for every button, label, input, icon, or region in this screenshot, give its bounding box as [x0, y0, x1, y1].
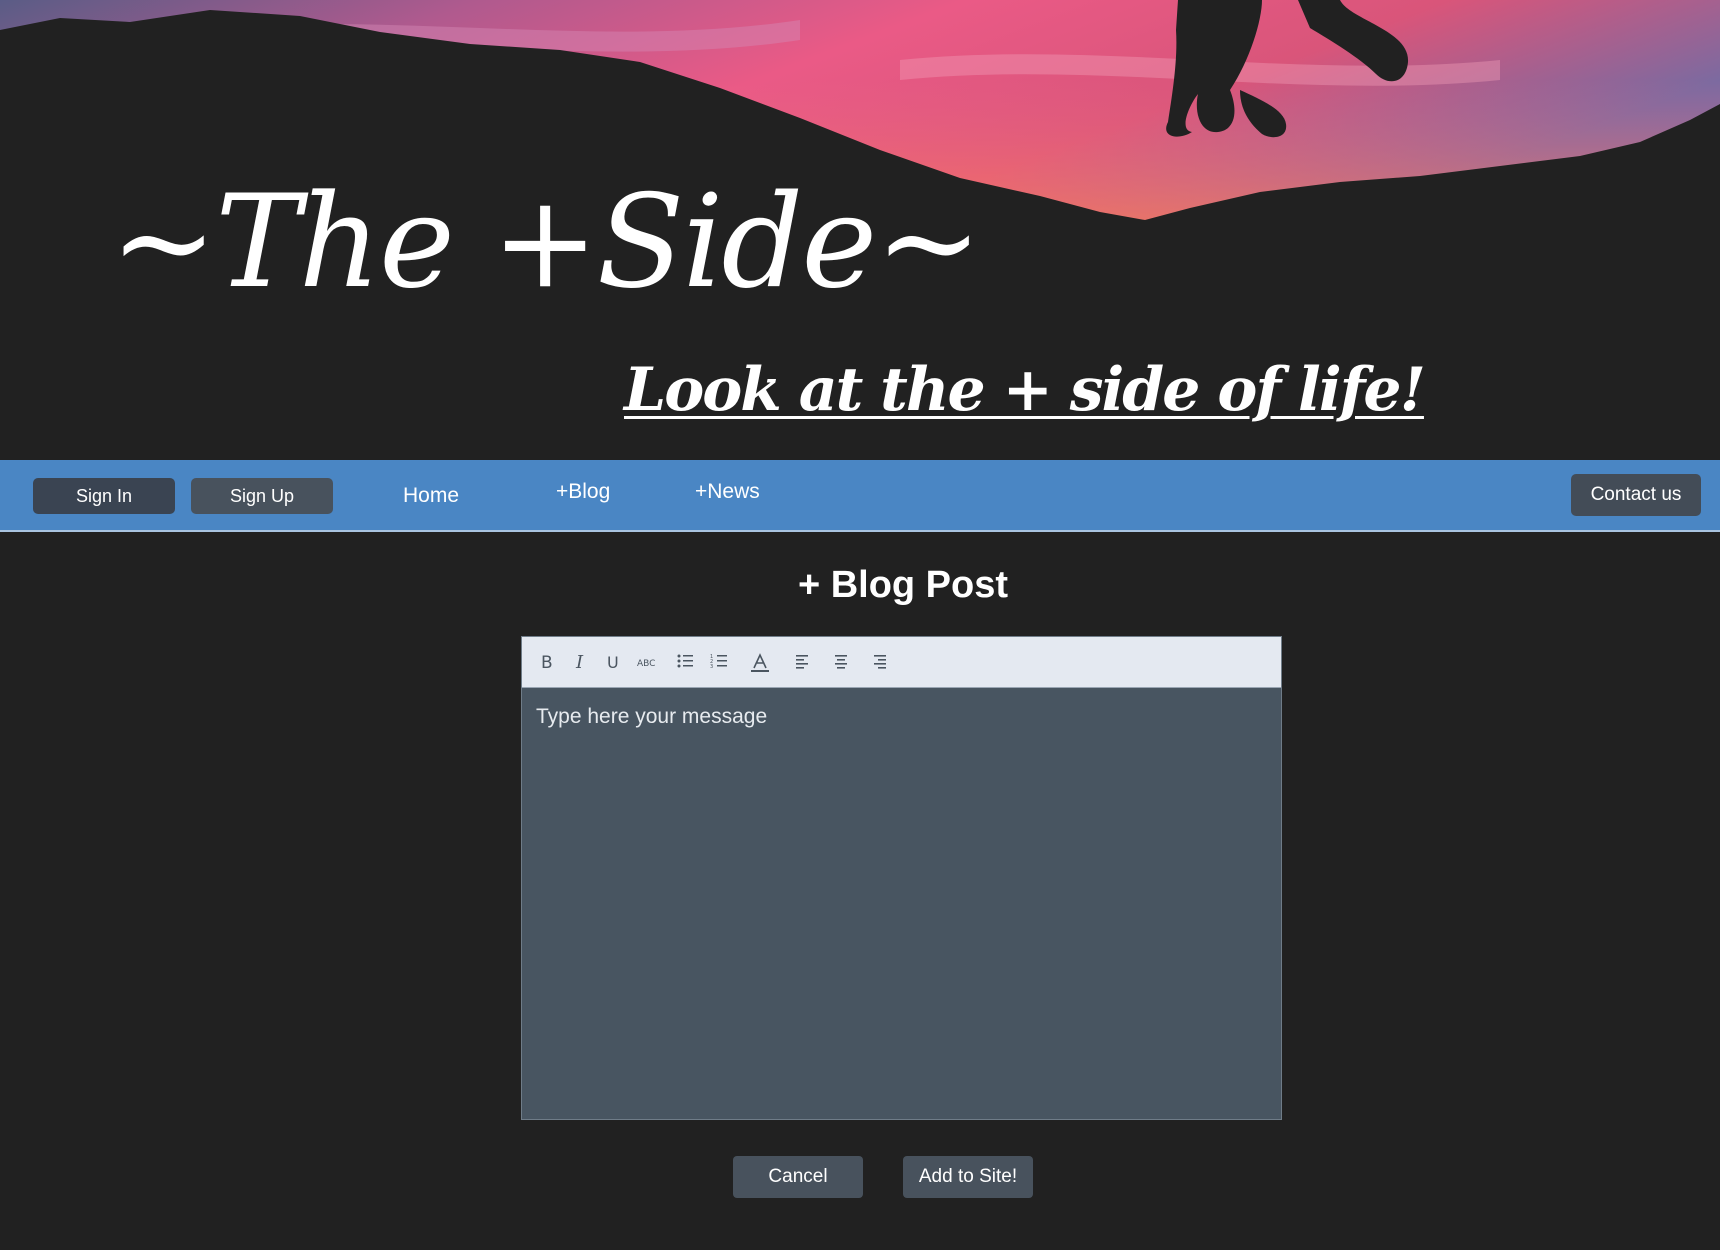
align-right-icon[interactable] [865, 650, 893, 674]
sign-up-button[interactable]: Sign Up [191, 478, 333, 514]
rich-text-editor: B I U ABC 1 2 3 Type here your message [521, 636, 1282, 1120]
site-tagline: Look at the + side of life! [624, 355, 1426, 425]
align-left-icon[interactable] [789, 650, 817, 674]
svg-text:U: U [607, 653, 619, 671]
editor-toolbar: B I U ABC 1 2 3 [522, 637, 1281, 688]
svg-text:I: I [575, 653, 584, 671]
hero-banner: ~The +Side~ Look at the + side of life! [0, 0, 1720, 460]
nav-link-home[interactable]: Home [403, 484, 459, 508]
italic-icon[interactable]: I [566, 650, 594, 674]
message-textarea[interactable]: Type here your message [536, 705, 1267, 1105]
underline-icon[interactable]: U [599, 650, 627, 674]
cancel-button[interactable]: Cancel [733, 1156, 863, 1198]
site-title: ~The +Side~ [110, 168, 982, 317]
bullet-list-icon[interactable] [671, 650, 699, 674]
svg-text:ABC: ABC [637, 659, 655, 669]
nav-link-blog[interactable]: +Blog [556, 480, 610, 504]
svg-text:B: B [541, 653, 553, 671]
contact-us-button[interactable]: Contact us [1571, 474, 1701, 516]
strikethrough-icon[interactable]: ABC [632, 650, 666, 674]
sign-in-button[interactable]: Sign In [33, 478, 175, 514]
align-center-icon[interactable] [827, 650, 855, 674]
bold-icon[interactable]: B [532, 650, 560, 674]
font-color-icon[interactable] [746, 650, 774, 674]
add-to-site-button[interactable]: Add to Site! [903, 1156, 1033, 1198]
nav-link-news[interactable]: +News [695, 480, 760, 504]
numbered-list-icon[interactable]: 1 2 3 [705, 650, 733, 674]
main-navbar: Sign In Sign Up Home +Blog +News Contact… [0, 460, 1720, 532]
page-title: + Blog Post [797, 564, 1009, 606]
svg-text:3: 3 [710, 664, 713, 669]
